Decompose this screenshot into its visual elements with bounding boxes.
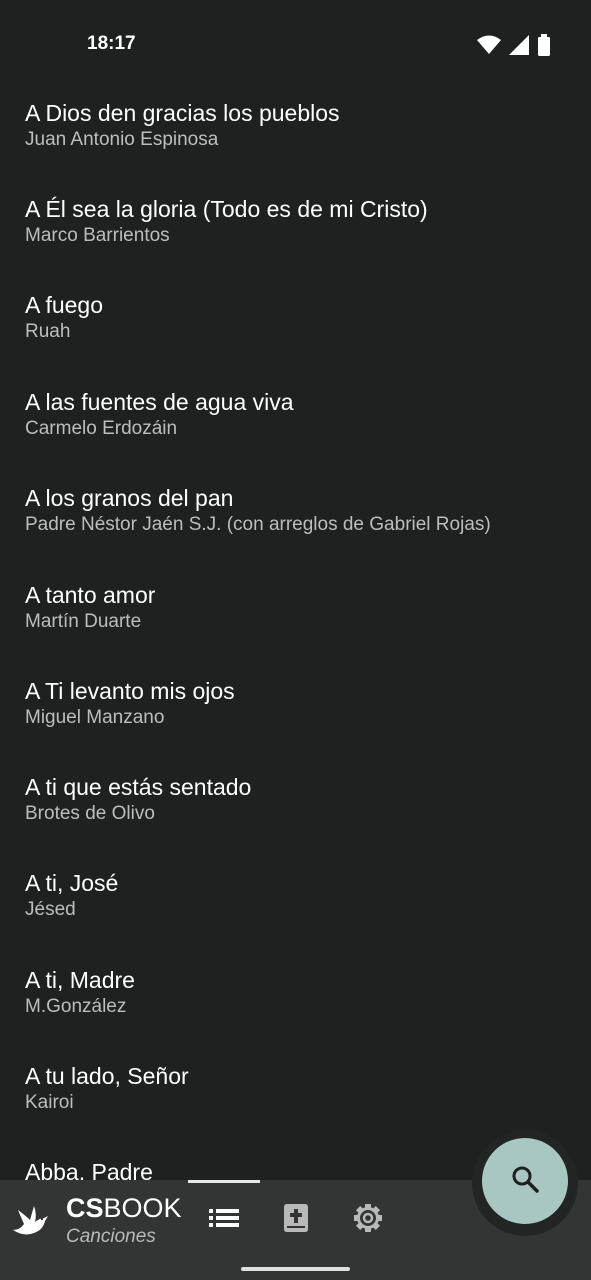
home-indicator[interactable] xyxy=(241,1267,350,1271)
song-list[interactable]: A Dios den gracias los pueblos Juan Anto… xyxy=(0,88,591,1180)
song-title: A ti, José xyxy=(25,870,119,896)
list-item[interactable]: A ti que estás sentado Brotes de Olivo xyxy=(0,772,591,868)
song-title: A ti que estás sentado xyxy=(25,774,252,800)
selected-tab-indicator xyxy=(188,1180,260,1183)
status-time: 18:17 xyxy=(87,33,136,54)
song-author: Juan Antonio Espinosa xyxy=(25,129,219,150)
list-item[interactable]: A tanto amor Martín Duarte xyxy=(0,580,591,676)
song-title: A ti, Madre xyxy=(25,967,135,993)
song-title: A fuego xyxy=(25,292,104,318)
song-author: Ruah xyxy=(25,321,71,342)
song-title: A los granos del pan xyxy=(25,485,234,511)
song-author: Padre Néstor Jaén S.J. (con arreglos de … xyxy=(25,514,491,535)
bible-icon xyxy=(284,1203,308,1237)
status-bar: 18:17 xyxy=(0,0,591,88)
list-item[interactable]: A Él sea la gloria (Todo es de mi Cristo… xyxy=(0,194,591,290)
song-title: A tanto amor xyxy=(25,582,156,608)
song-title: A Él sea la gloria (Todo es de mi Cristo… xyxy=(25,196,428,222)
song-author: Carmelo Erdozáin xyxy=(25,418,178,439)
song-author: Miguel Manzano xyxy=(25,707,165,728)
brand-title-bold: CS xyxy=(66,1193,104,1223)
tab-bible[interactable] xyxy=(279,1203,313,1237)
brand-subtitle: Canciones xyxy=(66,1226,156,1247)
song-author: M.González xyxy=(25,996,127,1017)
song-title: A tu lado, Señor xyxy=(25,1063,189,1089)
signal-icon xyxy=(509,35,529,60)
tab-song-list[interactable] xyxy=(207,1203,241,1237)
dove-icon xyxy=(10,1200,50,1240)
list-item[interactable]: A las fuentes de agua viva Carmelo Erdoz… xyxy=(0,387,591,483)
song-title: A las fuentes de agua viva xyxy=(25,389,294,415)
battery-icon xyxy=(537,34,551,61)
list-item[interactable]: A Ti levanto mis ojos Miguel Manzano xyxy=(0,676,591,772)
brand-title-rest: BOOK xyxy=(103,1193,182,1223)
list-item[interactable]: A ti, Madre M.González xyxy=(0,965,591,1061)
song-title: A Ti levanto mis ojos xyxy=(25,678,235,704)
brand-title: CSBOOK xyxy=(66,1193,182,1224)
list-item[interactable]: A Dios den gracias los pueblos Juan Anto… xyxy=(0,98,591,194)
song-title: A Dios den gracias los pueblos xyxy=(25,100,340,126)
list-item[interactable]: A los granos del pan Padre Néstor Jaén S… xyxy=(0,483,591,579)
song-author: Brotes de Olivo xyxy=(25,803,155,824)
search-button[interactable] xyxy=(482,1138,568,1224)
wifi-icon xyxy=(477,35,501,60)
song-author: Jésed xyxy=(25,899,76,920)
list-item[interactable]: A fuego Ruah xyxy=(0,290,591,386)
status-icons xyxy=(477,34,551,61)
list-item[interactable]: A ti, José Jésed xyxy=(0,868,591,964)
song-author: Martín Duarte xyxy=(25,611,142,632)
list-icon xyxy=(209,1207,239,1234)
gear-icon xyxy=(353,1203,383,1238)
tab-settings[interactable] xyxy=(351,1203,385,1237)
song-author: Kairoi xyxy=(25,1092,74,1113)
song-author: Marco Barrientos xyxy=(25,225,170,246)
search-icon xyxy=(511,1165,539,1198)
